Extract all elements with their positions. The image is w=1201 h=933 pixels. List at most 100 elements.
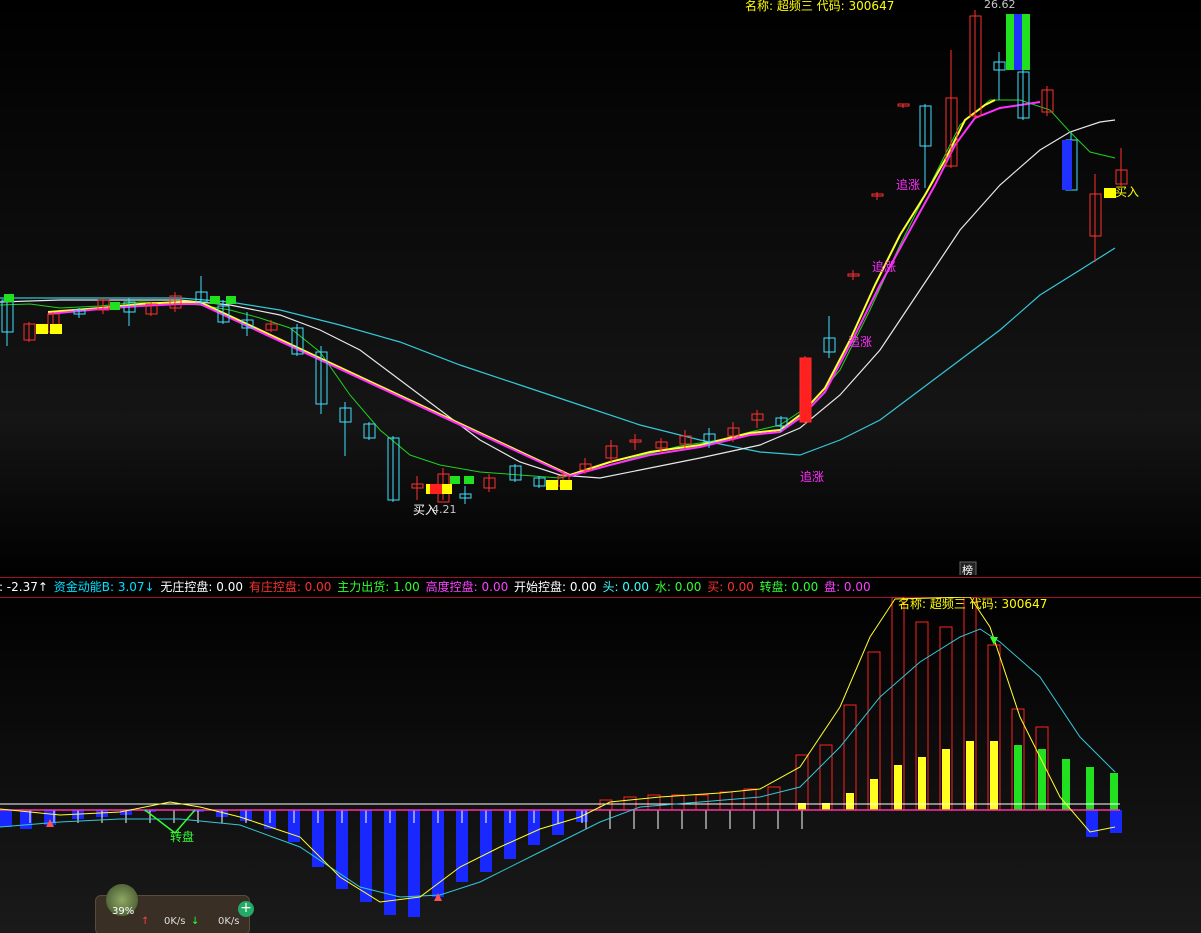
indicator-bars <box>0 597 1122 917</box>
candle <box>459 486 472 504</box>
indicator-item: 资金动能B: 3.07↓ <box>53 580 159 594</box>
candle <box>23 322 36 342</box>
candle <box>339 402 352 456</box>
turn-label: 转盘 <box>170 829 194 844</box>
green-marker <box>110 302 120 310</box>
green-marker <box>464 476 474 484</box>
candle <box>509 464 522 482</box>
signal-marker <box>50 324 62 334</box>
download-icon: ↓ <box>191 916 200 927</box>
download-speed: 0K/s <box>218 916 240 927</box>
network-widget[interactable]: 39% ↑ 0K/s ↓ 0K/s + <box>95 884 254 933</box>
indicator-bar-red <box>671 794 685 811</box>
buy-label-left: 买入 <box>413 503 437 517</box>
name-code-label-2: 名称: 超频三 代码: 300647 <box>898 597 1047 611</box>
indicator-item: 转盘: 0.00 <box>759 580 823 594</box>
candles <box>1 10 1128 504</box>
buy-label-right: 买入 <box>1115 185 1139 199</box>
price-chart[interactable]: 名称: 超频三 代码: 300647 26.62 4.21 买入 买入 追涨 追… <box>0 0 1201 575</box>
green-marker <box>450 476 460 484</box>
candle <box>751 410 764 428</box>
candle <box>605 440 618 462</box>
candle <box>629 434 642 450</box>
indicator-bar <box>384 810 396 915</box>
chase-label-2: 追涨 <box>848 334 872 349</box>
indicator-bar-red <box>819 744 833 811</box>
indicator-chart[interactable]: 名称: 超频三 代码: 300647 转盘 <box>0 597 1201 933</box>
indicator-item: 开始控盘: 0.00 <box>514 580 601 594</box>
indicator-item: 有庄控盘: 0.00 <box>248 580 336 594</box>
indicator-bar-blue <box>1086 810 1098 837</box>
indicator-bar-yellow <box>870 779 878 810</box>
network-percent: 39% <box>112 906 135 917</box>
indicator-item: 买: 0.00 <box>707 580 758 594</box>
indicator-bar: k: -2.37↑ 资金动能B: 3.07↓ 无庄控盘: 0.00 有庄控盘: … <box>0 577 1201 598</box>
blue-bar-top <box>1014 14 1022 70</box>
candle <box>1115 148 1128 186</box>
candle <box>799 356 812 424</box>
candle <box>483 474 496 492</box>
moving-average-lines <box>0 99 1116 479</box>
indicator-item: 无庄控盘: 0.00 <box>160 580 247 594</box>
green-marker <box>4 294 14 302</box>
candle <box>1041 86 1054 116</box>
candle <box>871 192 884 200</box>
signal-marker <box>430 484 442 494</box>
indicator-bar-yellow <box>990 741 998 810</box>
indicator-item: k: -2.37↑ <box>0 580 48 594</box>
candle <box>123 298 136 326</box>
ma-yellow-line <box>47 99 996 477</box>
name-code-label: 名称: 超频三 代码: 300647 <box>745 0 894 13</box>
upload-speed: 0K/s <box>164 916 186 927</box>
chase-label-1: 追涨 <box>800 469 824 484</box>
candle <box>265 320 278 332</box>
signal-marker <box>560 480 572 490</box>
indicator-bar-yellow <box>918 757 926 810</box>
green-marker <box>226 296 236 304</box>
candle <box>145 302 158 316</box>
indicator-item: 高度控盘: 0.00 <box>425 580 513 594</box>
indicator-bar-yellow <box>894 765 902 810</box>
candle <box>363 422 376 440</box>
indicator-item: 盘: 0.00 <box>824 580 871 594</box>
candle <box>73 308 86 318</box>
indicator-bar-red <box>719 791 733 811</box>
candle <box>387 436 400 502</box>
signal-marker <box>546 480 558 490</box>
candle <box>533 476 546 488</box>
ma-white-line <box>0 119 1116 479</box>
high-price-label: 26.62 <box>984 0 1016 11</box>
tab-label: 榜 <box>962 563 973 575</box>
candle <box>897 103 910 108</box>
indicator-bar-red <box>743 788 757 811</box>
indicator-item: 头: 0.00 <box>602 580 653 594</box>
indicator-bar-blue <box>1110 810 1122 833</box>
candle <box>993 52 1006 100</box>
candle <box>1089 174 1102 262</box>
indicator-item: 水: 0.00 <box>654 580 706 594</box>
add-icon[interactable]: + <box>238 901 254 917</box>
ma-magenta-line <box>47 101 1041 478</box>
indicator-bar-green <box>1062 759 1070 810</box>
indicator-bar <box>408 810 420 917</box>
blue-candle <box>1062 140 1072 190</box>
candle <box>411 476 424 500</box>
signal-marker <box>36 324 48 334</box>
indicator-bar-yellow <box>846 793 854 810</box>
upload-icon: ↑ <box>141 916 150 927</box>
down-arrow-icon <box>990 637 998 645</box>
candle <box>847 270 860 280</box>
indicator-bar-green <box>1014 745 1022 810</box>
chase-label-3: 追涨 <box>872 259 896 274</box>
candle <box>969 10 982 118</box>
green-marker <box>210 296 220 304</box>
indicator-bar-yellow <box>966 741 974 810</box>
indicator-bar-green <box>1038 749 1046 810</box>
indicator-bar <box>0 810 12 827</box>
indicator-bar-yellow <box>942 749 950 810</box>
stock-chart-window: 名称: 超频三 代码: 300647 26.62 4.21 买入 买入 追涨 追… <box>0 0 1201 933</box>
indicator-item: 主力出货: 1.00 <box>337 580 424 594</box>
candle <box>919 104 932 188</box>
candle <box>823 316 836 358</box>
chase-label-4: 追涨 <box>896 177 920 192</box>
